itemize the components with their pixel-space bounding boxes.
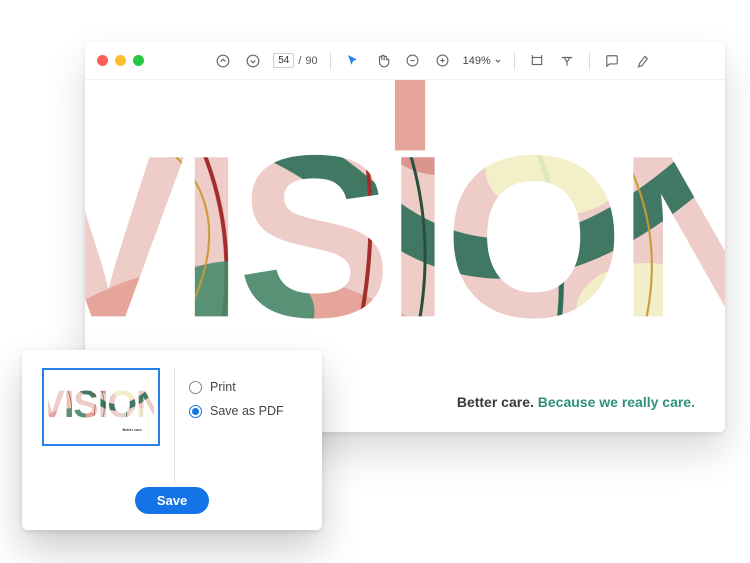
toolbar-separator [330,52,331,70]
pointer-tool-icon[interactable] [343,51,363,71]
close-window-button[interactable] [97,55,108,66]
minimize-window-button[interactable] [115,55,126,66]
option-print-label: Print [210,380,236,394]
tagline-part2: Because we really care. [538,394,695,410]
zoom-out-icon[interactable] [403,51,423,71]
page-up-icon[interactable] [213,51,233,71]
radio-icon [189,381,202,394]
svg-text:Better care.: Better care. [123,428,143,432]
radio-icon [189,405,202,418]
page-sep: / [298,55,301,67]
highlight-tool-icon[interactable] [632,51,652,71]
zoom-value: 149% [463,55,491,67]
save-options: Print Save as PDF [189,368,284,418]
page-current-input[interactable]: 54 [273,53,294,68]
dialog-separator [174,368,175,483]
zoom-dropdown[interactable]: 149% [463,55,502,67]
toolbar-separator [589,52,590,70]
maximize-window-button[interactable] [133,55,144,66]
fit-width-icon[interactable] [527,51,547,71]
document-thumbnail[interactable]: Better care. [42,368,160,446]
zoom-in-icon[interactable] [433,51,453,71]
option-print[interactable]: Print [189,380,284,394]
option-save-pdf-label: Save as PDF [210,404,284,418]
page-down-icon[interactable] [243,51,263,71]
tagline: Better care. Because we really care. [457,394,695,410]
page-indicator: 54 / 90 [273,53,317,68]
toolbar: 54 / 90 149% [152,51,713,71]
titlebar: 54 / 90 149% [85,42,725,80]
save-dialog: Better care. Print Save as PDF Save [22,350,322,530]
fit-page-icon[interactable] [557,51,577,71]
toolbar-separator [514,52,515,70]
option-save-as-pdf[interactable]: Save as PDF [189,404,284,418]
hand-tool-icon[interactable] [373,51,393,71]
chevron-down-icon [494,57,502,65]
window-controls [97,55,144,66]
comment-tool-icon[interactable] [602,51,622,71]
tagline-part1: Better care. [457,394,534,410]
save-button[interactable]: Save [135,487,209,514]
page-total: 90 [305,55,317,67]
